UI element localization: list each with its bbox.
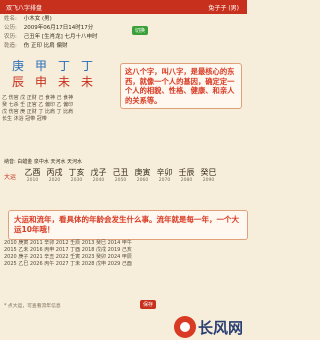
dayun-year: 2040: [92, 178, 105, 183]
qianzao-label: 乾造:: [4, 43, 17, 49]
dayun-item[interactable]: 丙戌 2020: [44, 168, 65, 184]
dayun-ganzhi: 癸巳: [200, 168, 217, 177]
day-branch: 未: [57, 75, 70, 89]
day-stem: 丁: [57, 59, 70, 73]
gongli-value: 2009年06月17日14时17分: [23, 25, 94, 31]
month-stem: 甲: [34, 59, 47, 73]
bazi-pillars: 庚 辰 甲 申 丁 未 丁 未: [8, 60, 98, 92]
dayun-ganzhi: 丙戌: [46, 168, 63, 177]
dayun-ganzhi: 壬辰: [178, 168, 195, 177]
dayun-item[interactable]: 己丑 2050: [110, 168, 131, 184]
user-name: 兔子子 (男): [208, 5, 239, 12]
qianzao-row: 乾造: 伤 正印 比肩 偏财: [4, 43, 68, 50]
dayun-item[interactable]: 戊子 2040: [88, 168, 109, 184]
hour-stem: 丁: [80, 59, 93, 73]
year-branch: 辰: [11, 75, 24, 89]
dayun-item[interactable]: 癸巳 2090: [198, 168, 219, 184]
dayun-ganzhi: 乙酉: [24, 168, 41, 177]
month-branch: 申: [34, 75, 47, 89]
dayun-item[interactable]: 乙酉 2010: [22, 168, 43, 184]
name-label: 姓名:: [4, 16, 17, 22]
dayun-year: 2030: [70, 178, 83, 183]
hidden-stems-line: 癸 七杀 壬 正官 乙 偏印 乙 偏印: [2, 102, 74, 108]
liunian-row[interactable]: 2025 乙巳 2026 丙午 2027 丁未 2028 戊申 2029 己酉: [4, 261, 244, 268]
gongli-label: 公历:: [4, 25, 17, 31]
dayun-ganzhi: 己丑: [112, 168, 129, 177]
watermark-text: 长风网: [197, 318, 243, 337]
hidden-stems: 乙 伤官 戊 正财 己 食神 己 食神 癸 七杀 壬 正官 乙 偏印 乙 偏印 …: [2, 95, 104, 123]
save-button[interactable]: 保存: [140, 300, 157, 309]
dayun-item[interactable]: 壬辰 2080: [176, 168, 197, 184]
dayun-ganzhi: 戊子: [90, 168, 107, 177]
dayun-ganzhi: 辛卯: [156, 168, 173, 177]
liunian-row[interactable]: 2020 庚子 2021 辛丑 2022 壬寅 2023 癸卯 2024 甲辰: [4, 254, 244, 261]
dayun-year: 2020: [48, 178, 61, 183]
name-value: 小木女 (男): [23, 16, 52, 22]
app-title: 双飞八字排盘: [6, 5, 43, 12]
nongli-label: 农历:: [4, 34, 17, 40]
life-stage-line: 长生 沐浴 冠带 冠带: [2, 116, 47, 122]
day-pillar: 丁 未: [54, 60, 74, 89]
hour-pillar: 丁 未: [77, 60, 97, 89]
dayun-year: 2010: [26, 178, 39, 183]
hour-branch: 未: [80, 75, 93, 89]
dayun-item[interactable]: 丁亥 2030: [66, 168, 87, 184]
annotation-bazi: 这八个字，叫八字，是最核心的东西，就像一个人的基因，确定定一个人的相貌、性格、健…: [120, 63, 242, 109]
watermark: 长风网: [173, 316, 243, 338]
dayun-year: 2060: [136, 178, 149, 183]
dayun-label: 大运: [4, 174, 17, 181]
nongli-row: 农历: 己丑年 [生肖龙] 七月十八申时: [4, 34, 98, 41]
watermark-logo-icon: [173, 316, 196, 338]
dayun-year: 2090: [202, 178, 215, 183]
dayun-year: 2070: [158, 178, 171, 183]
dayun-ganzhi: 丁亥: [68, 168, 85, 177]
liunian-row[interactable]: 2010 庚寅 2011 辛卯 2012 壬辰 2013 癸巳 2014 甲午: [4, 240, 244, 247]
dayun-year: 2050: [114, 178, 127, 183]
dayun-year: 2080: [180, 178, 193, 183]
naying-line: 纳音: 白蜡金 泉中水 天河水 天河水: [4, 159, 83, 165]
liunian-list: 2010 庚寅 2011 辛卯 2012 壬辰 2013 癸巳 2014 甲午 …: [4, 240, 244, 268]
year-pillar: 庚 辰: [8, 60, 28, 89]
switch-button[interactable]: 切换: [132, 26, 149, 35]
name-row: 姓名: 小木女 (男): [4, 16, 52, 23]
bottom-note: * 点大运，可查看流年信息: [4, 304, 61, 309]
nongli-value: 己丑年 [生肖龙] 七月十八申时: [23, 34, 98, 40]
liunian-row[interactable]: 2015 乙未 2016 丙申 2017 丁酉 2018 戊戌 2019 己亥: [4, 247, 244, 254]
annotation-dayun: 大运和流年，看具体的年龄会发生什么事。流年就是每一年，一个大运10年哦！: [8, 210, 248, 240]
dayun-item[interactable]: 辛卯 2070: [154, 168, 175, 184]
dayun-ganzhi: 庚寅: [134, 168, 151, 177]
gongli-row: 公历: 2009年06月17日14时17分: [4, 25, 93, 32]
app-title-bar: 双飞八字排盘 兔子子 (男): [0, 0, 247, 14]
qianzao-value: 伤 正印 比肩 偏财: [23, 43, 68, 49]
dayun-item[interactable]: 庚寅 2060: [132, 168, 153, 184]
month-pillar: 甲 申: [31, 60, 51, 89]
hidden-stems-line: 乙 伤官 戊 正财 己 食神 己 食神: [2, 95, 74, 101]
year-stem: 庚: [11, 59, 24, 73]
hidden-stems-line: 戊 伤官 庚 正财 丁 比肩 丁 比肩: [2, 109, 74, 115]
